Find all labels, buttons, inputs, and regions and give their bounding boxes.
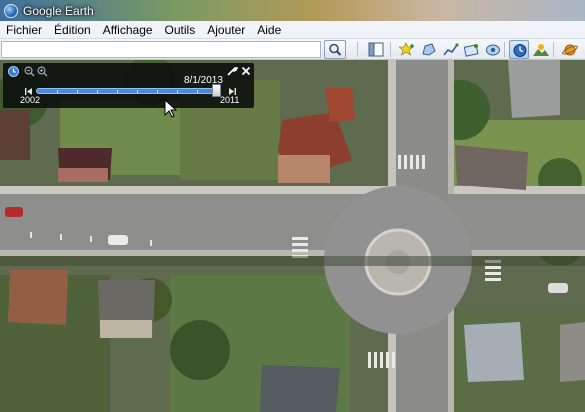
path-icon [443, 43, 459, 56]
range-start-label: 2002 [20, 95, 41, 105]
title-bar: Google Earth [0, 0, 585, 21]
zoom-in-icon[interactable] [37, 66, 48, 77]
record-tour-icon [486, 44, 500, 56]
planet-icon [562, 44, 578, 56]
menu-aide[interactable]: Aide [257, 23, 281, 37]
add-polygon-button[interactable] [419, 40, 439, 59]
sidebar-toggle-button[interactable] [366, 40, 386, 59]
planet-switch-button[interactable] [560, 40, 580, 59]
sidebar-toggle-icon [368, 42, 384, 57]
range-end-label: 2011 [220, 95, 240, 105]
menu-edition[interactable]: Édition [54, 23, 91, 37]
menu-outils[interactable]: Outils [165, 23, 196, 37]
search-icon [329, 43, 342, 56]
menu-bar: Fichier Édition Affichage Outils Ajouter… [0, 21, 585, 39]
toolbar-separator [504, 42, 505, 57]
historical-imagery-button[interactable] [509, 40, 529, 59]
toolbar-separator [390, 42, 391, 57]
search-button[interactable] [324, 40, 346, 59]
search-input[interactable] [1, 41, 321, 58]
add-image-overlay-button[interactable] [462, 40, 482, 59]
sunlight-button[interactable] [531, 40, 551, 59]
mouse-cursor-icon [164, 99, 178, 118]
wrench-icon[interactable] [226, 65, 238, 77]
placemark-icon [399, 42, 414, 56]
menu-fichier[interactable]: Fichier [6, 23, 42, 37]
menu-ajouter[interactable]: Ajouter [207, 23, 245, 37]
zoom-out-icon[interactable] [24, 66, 35, 77]
record-tour-button[interactable] [483, 40, 503, 59]
sun-icon [533, 44, 549, 56]
historical-imagery-slider: 8/1/2013 2002 2011 [3, 63, 254, 108]
clock-icon[interactable] [8, 66, 19, 77]
polygon-icon [422, 43, 436, 56]
window-title: Google Earth [23, 3, 94, 18]
toolbar-separator [357, 42, 358, 57]
add-path-button[interactable] [441, 40, 461, 59]
close-icon[interactable] [241, 66, 251, 76]
satellite-imagery [0, 60, 585, 412]
google-earth-icon [4, 3, 18, 18]
time-slider-track[interactable] [36, 88, 221, 94]
toolbar-separator [553, 42, 554, 57]
historical-imagery-icon [513, 44, 527, 57]
map-view[interactable] [0, 60, 585, 412]
menu-affichage[interactable]: Affichage [103, 23, 153, 37]
toolbar [0, 39, 585, 60]
image-overlay-icon [464, 44, 479, 57]
add-placemark-button[interactable] [397, 40, 417, 59]
